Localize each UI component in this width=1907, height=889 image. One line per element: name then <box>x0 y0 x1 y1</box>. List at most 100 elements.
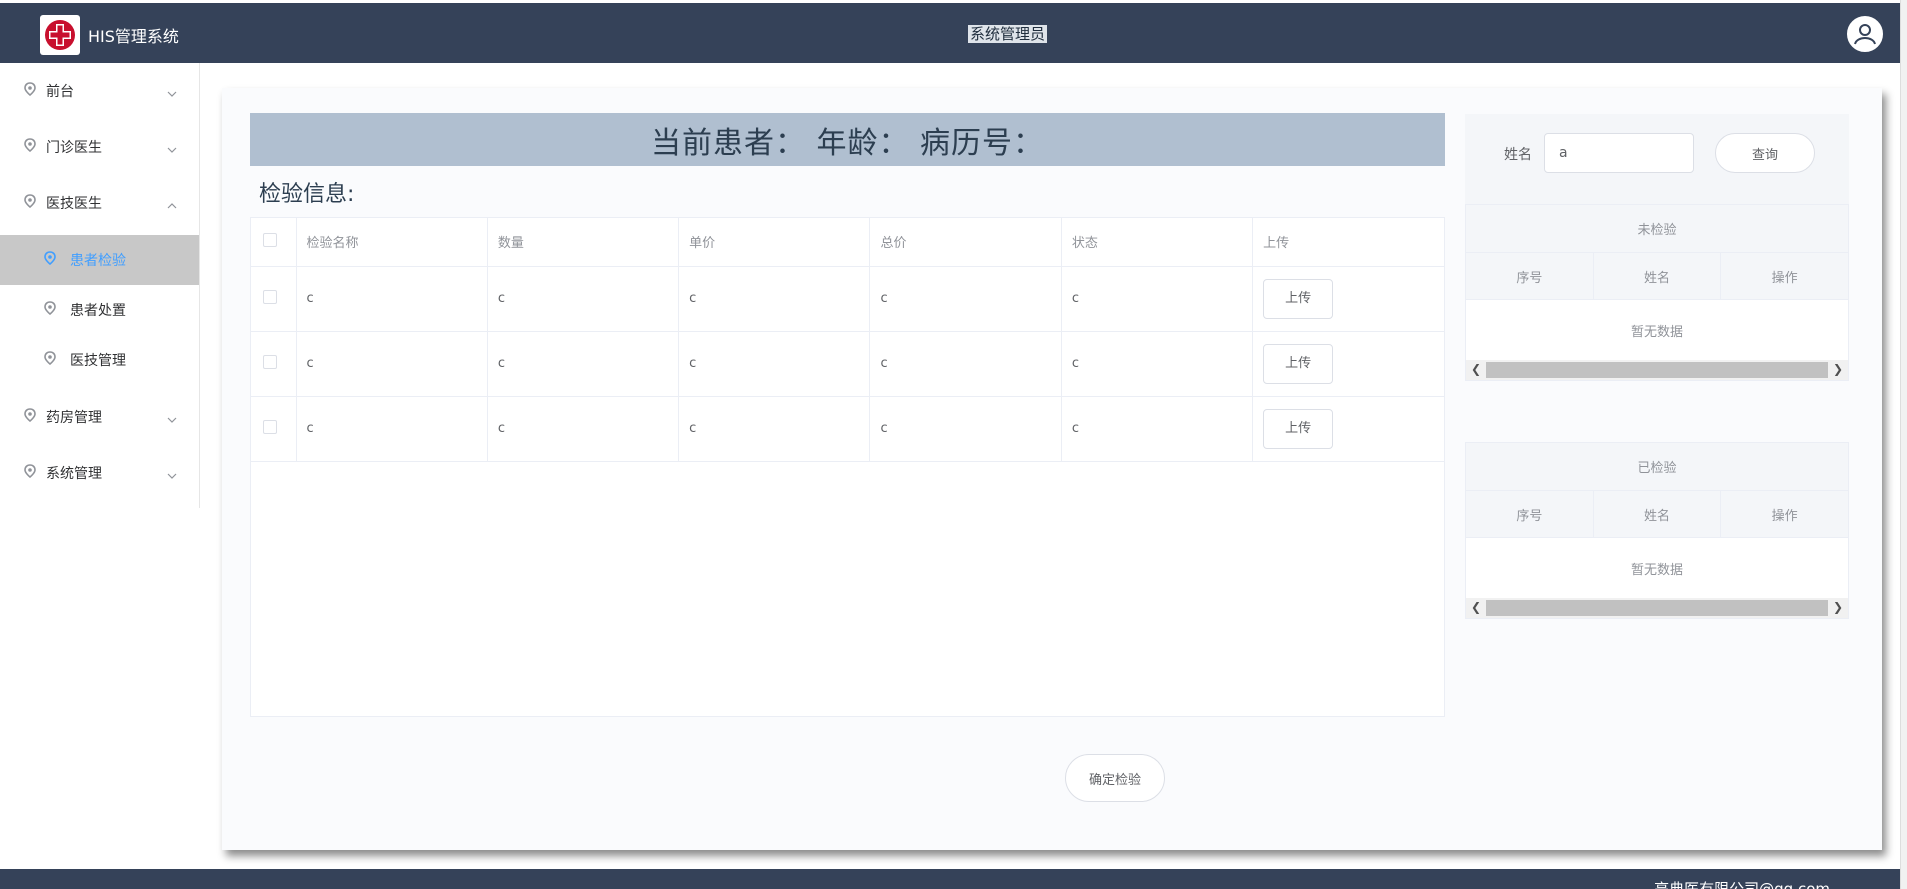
checked-table: 已检验 序号 姓名 操作 暂无数据 ❮ ❯ <box>1465 442 1849 619</box>
select-all-cell <box>251 218 297 267</box>
row-checkbox[interactable] <box>263 289 277 304</box>
status-cell: c <box>1061 331 1254 397</box>
scroll-left-icon[interactable]: ❮ <box>1466 362 1486 376</box>
column-header: 单价 <box>678 218 871 267</box>
sidebar-item-system[interactable]: 系统管理 <box>0 445 199 501</box>
unit-price-cell: c <box>678 396 871 462</box>
search-name-input[interactable] <box>1544 133 1694 173</box>
sidebar-item-medtech-management[interactable]: 医技管理 <box>0 335 199 385</box>
submenu-medtech: 患者检验 患者处置 医技管理 <box>0 231 199 389</box>
chevron-down-icon <box>167 467 177 483</box>
row-checkbox[interactable] <box>263 419 277 434</box>
location-pin-icon <box>24 464 36 482</box>
column-header: 检验名称 <box>296 218 488 267</box>
quantity-cell: c <box>487 331 680 397</box>
checked-header-row: 序号 姓名 操作 <box>1466 491 1848 538</box>
sidebar-item-label: 患者检验 <box>70 253 126 269</box>
exam-name-cell: c <box>296 396 488 462</box>
sidebar-item-label: 医技管理 <box>70 353 126 369</box>
chevron-down-icon <box>167 85 177 101</box>
sidebar-item-outpatient[interactable]: 门诊医生 <box>0 119 199 175</box>
sidebar-item-label: 门诊医生 <box>46 140 102 156</box>
unit-price-cell: c <box>678 266 871 332</box>
table-row: c c c c c 上传 <box>251 266 1444 332</box>
row-checkbox[interactable] <box>263 354 277 369</box>
chevron-up-icon <box>167 197 177 213</box>
column-header: 序号 <box>1466 253 1594 299</box>
scroll-right-icon[interactable]: ❯ <box>1828 362 1848 376</box>
column-header: 数量 <box>487 218 680 267</box>
scroll-left-icon[interactable]: ❮ <box>1466 600 1486 614</box>
exam-name-cell: c <box>296 266 488 332</box>
row-select-cell <box>251 266 297 332</box>
unchecked-title: 未检验 <box>1466 205 1848 253</box>
column-header: 总价 <box>869 218 1062 267</box>
upload-button[interactable]: 上传 <box>1263 408 1334 449</box>
scrollbar-thumb[interactable] <box>1486 362 1828 378</box>
column-header: 操作 <box>1771 508 1798 524</box>
chevron-down-icon <box>167 141 177 157</box>
sidebar-item-patient-disposal[interactable]: 患者处置 <box>0 285 199 335</box>
table-header-row: 检验名称 数量 单价 总价 状态 上传 <box>251 218 1444 267</box>
search-button[interactable]: 查询 <box>1715 133 1815 173</box>
sidebar-item-label: 药房管理 <box>46 410 102 426</box>
column-header: 操作 <box>1771 270 1798 286</box>
scrollbar-thumb[interactable] <box>1486 600 1828 616</box>
select-all-checkbox[interactable] <box>263 232 277 247</box>
column-header: 姓名 <box>1594 253 1722 299</box>
location-pin-icon <box>24 408 36 426</box>
page-scrollbar[interactable] <box>1900 0 1907 889</box>
sidebar-item-label: 患者处置 <box>70 303 126 319</box>
sidebar-item-patient-exam[interactable]: 患者检验 <box>0 235 199 285</box>
horizontal-scrollbar[interactable]: ❮ ❯ <box>1466 598 1848 618</box>
confirm-exam-button[interactable]: 确定检验 <box>1065 754 1165 802</box>
checked-title: 已检验 <box>1466 443 1848 491</box>
status-cell: c <box>1061 266 1254 332</box>
scroll-right-icon[interactable]: ❯ <box>1828 600 1848 614</box>
exam-table: 检验名称 数量 单价 总价 状态 上传 c c c c c 上传 c c c c… <box>250 217 1445 717</box>
exam-name-cell: c <box>296 331 488 397</box>
unchecked-header-row: 序号 姓名 操作 <box>1466 253 1848 300</box>
upload-button[interactable]: 上传 <box>1263 343 1334 384</box>
empty-data-text: 暂无数据 <box>1630 324 1683 340</box>
location-pin-icon <box>24 82 36 100</box>
sidebar-item-label: 系统管理 <box>46 466 102 482</box>
horizontal-scrollbar[interactable]: ❮ ❯ <box>1466 360 1848 380</box>
status-cell: c <box>1061 396 1254 462</box>
column-header: 序号 <box>1466 491 1594 537</box>
table-row: c c c c c 上传 <box>251 331 1444 397</box>
total-price-cell: c <box>869 266 1062 332</box>
column-header: 状态 <box>1061 218 1254 267</box>
sidebar-item-label: 医技医生 <box>46 196 102 212</box>
search-name-label: 姓名 <box>1504 147 1532 163</box>
sidebar-item-medtech[interactable]: 医技医生 <box>0 175 199 231</box>
row-select-cell <box>251 396 297 462</box>
app-title: HIS管理系统 <box>88 27 179 46</box>
top-header: HIS管理系统 系统管理员 <box>0 3 1900 63</box>
page-footer: 亮典医有限公司@qq.com <box>0 869 1900 889</box>
table-row: c c c c c 上传 <box>251 396 1444 462</box>
user-avatar-icon[interactable] <box>1845 14 1885 54</box>
sidebar-item-reception[interactable]: 前台 <box>0 63 199 119</box>
total-price-cell: c <box>869 331 1062 397</box>
unchecked-table: 未检验 序号 姓名 操作 暂无数据 ❮ ❯ <box>1465 204 1849 381</box>
quantity-cell: c <box>487 396 680 462</box>
upload-cell: 上传 <box>1252 331 1444 397</box>
location-pin-icon <box>24 138 36 156</box>
column-header: 姓名 <box>1594 491 1722 537</box>
unit-price-cell: c <box>678 331 871 397</box>
row-select-cell <box>251 331 297 397</box>
total-price-cell: c <box>869 396 1062 462</box>
upload-cell: 上传 <box>1252 266 1444 332</box>
upload-button[interactable]: 上传 <box>1263 278 1334 319</box>
sidebar-item-pharmacy[interactable]: 药房管理 <box>0 389 199 445</box>
location-pin-icon <box>44 301 56 319</box>
column-header: 上传 <box>1252 218 1444 267</box>
quantity-cell: c <box>487 266 680 332</box>
user-role-title: 系统管理员 <box>968 25 1048 43</box>
footer-company-text: 亮典医有限公司@qq.com <box>1654 880 1830 889</box>
location-pin-icon <box>44 251 56 269</box>
sidebar: 前台 门诊医生 医技医生 患者检验 患者处置 医技管理 药房管理 系统管理 <box>0 63 200 508</box>
chevron-down-icon <box>167 411 177 427</box>
location-pin-icon <box>24 194 36 212</box>
